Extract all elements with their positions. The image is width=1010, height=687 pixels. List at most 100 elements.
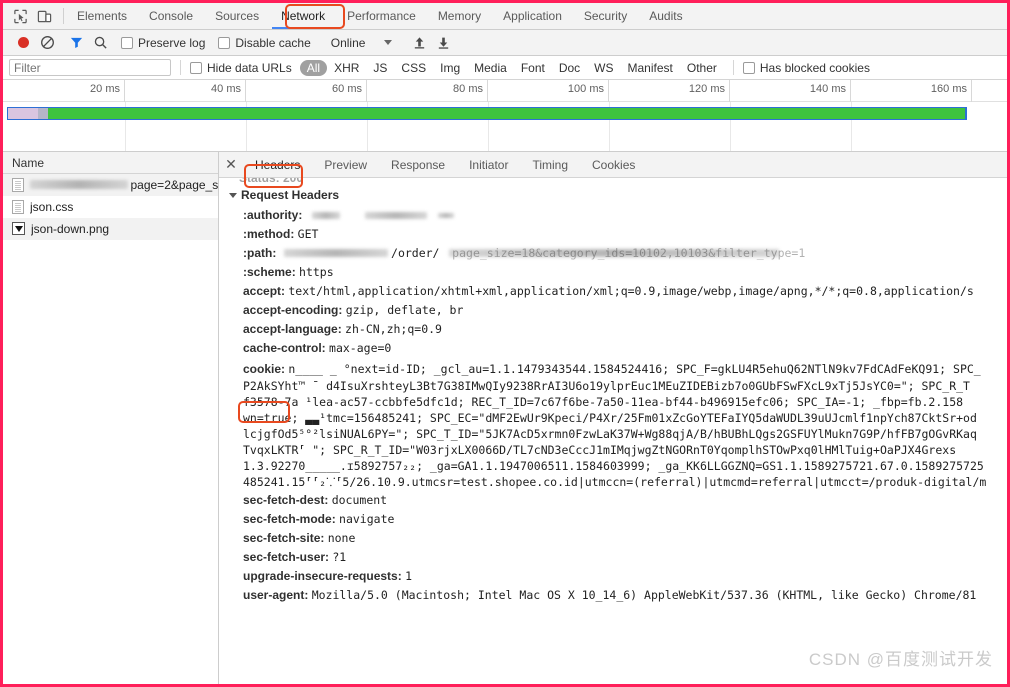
list-item-label: page=2&page_siz… bbox=[130, 177, 218, 192]
tab-audits-label: Audits bbox=[649, 9, 683, 23]
tab-network-label: Network bbox=[281, 9, 326, 23]
tab-memory-label: Memory bbox=[437, 9, 482, 23]
tab-timing-label: Timing bbox=[532, 157, 569, 172]
header-row-authority: :authority: bbox=[229, 205, 1007, 224]
disable-cache-checkbox-box bbox=[218, 36, 231, 49]
funnel-icon bbox=[70, 37, 82, 49]
filter-input[interactable] bbox=[9, 59, 171, 76]
record-button[interactable] bbox=[11, 32, 35, 54]
preserve-log-label: Preserve log bbox=[138, 35, 206, 50]
tab-security-label: Security bbox=[583, 9, 628, 23]
cookie-line: TvqxLKTR⸢ "; SPC_R_T_ID="W03rjxLX0066D/T… bbox=[243, 443, 957, 457]
tab-elements-label: Elements bbox=[77, 9, 128, 23]
tab-console-label: Console bbox=[149, 9, 194, 23]
overview-tick-label: 40 ms bbox=[211, 83, 241, 95]
tab-cookies[interactable]: Cookies bbox=[580, 152, 647, 177]
tab-application[interactable]: Application bbox=[492, 3, 573, 29]
filter-divider-2 bbox=[732, 60, 734, 75]
type-filter-ws[interactable]: WS bbox=[587, 60, 620, 76]
tab-elements[interactable]: Elements bbox=[66, 3, 138, 29]
type-filter-manifest[interactable]: Manifest bbox=[621, 60, 680, 76]
tab-sources[interactable]: Sources bbox=[204, 3, 270, 29]
header-row-cookie: cookie: n____ _ °next=id-ID; _gcl_au=1.1… bbox=[229, 359, 1007, 378]
tab-console[interactable]: Console bbox=[138, 3, 204, 29]
type-filter-xhr[interactable]: XHR bbox=[327, 60, 366, 76]
tab-headers-label: Headers bbox=[255, 157, 301, 172]
redacted-value-block bbox=[283, 249, 388, 258]
request-list-header[interactable]: Name bbox=[3, 152, 218, 174]
preserve-log-checkbox[interactable]: Preserve log bbox=[121, 36, 205, 50]
screenshot-frame: Elements Console Sources Network Perform… bbox=[0, 0, 1010, 687]
clear-button[interactable] bbox=[35, 32, 59, 54]
tab-performance[interactable]: Performance bbox=[336, 3, 427, 29]
tab-audits[interactable]: Audits bbox=[638, 3, 693, 29]
type-filter-other[interactable]: Other bbox=[680, 60, 724, 76]
tab-application-label: Application bbox=[503, 9, 562, 23]
header-row-accept-language: accept-language: zh-CN,zh;q=0.9 bbox=[229, 319, 1007, 338]
header-row-user-agent: user-agent: Mozilla/5.0 (Macintosh; Inte… bbox=[229, 585, 1007, 604]
overview-request-band bbox=[7, 107, 967, 120]
header-row-sec-fetch-mode: sec-fetch-mode: navigate bbox=[229, 509, 1007, 528]
tab-initiator-label: Initiator bbox=[469, 157, 509, 172]
filter-button[interactable] bbox=[64, 32, 88, 54]
type-filter-js[interactable]: JS bbox=[366, 60, 394, 76]
list-item-label: json-down.png bbox=[31, 221, 110, 236]
close-details-button[interactable]: ✕ bbox=[219, 152, 243, 177]
tab-preview[interactable]: Preview bbox=[312, 152, 379, 177]
inspect-element-icon[interactable] bbox=[13, 9, 28, 24]
export-har-button[interactable] bbox=[431, 32, 455, 54]
overview-tick-label: 60 ms bbox=[332, 83, 362, 95]
search-button[interactable] bbox=[88, 32, 112, 54]
type-filter-img[interactable]: Img bbox=[433, 60, 467, 76]
close-icon: ✕ bbox=[225, 156, 237, 172]
header-value: document bbox=[331, 492, 388, 507]
tab-security[interactable]: Security bbox=[573, 3, 638, 29]
type-filter-media[interactable]: Media bbox=[467, 60, 514, 76]
header-row-accept: accept: text/html,application/xhtml+xml,… bbox=[229, 281, 1007, 300]
tab-initiator[interactable]: Initiator bbox=[457, 152, 520, 177]
request-headers-section-title[interactable]: Request Headers bbox=[229, 188, 1007, 202]
header-row-upgrade-insecure-requests: upgrade-insecure-requests: 1 bbox=[229, 566, 1007, 585]
document-icon bbox=[12, 199, 24, 214]
tab-sources-label: Sources bbox=[215, 9, 260, 23]
devtools-main-tabbar: Elements Console Sources Network Perform… bbox=[3, 3, 1007, 30]
preserve-log-checkbox-box bbox=[121, 36, 133, 49]
tab-response[interactable]: Response bbox=[379, 152, 457, 177]
header-row-accept-encoding: accept-encoding: gzip, deflate, br bbox=[229, 300, 1007, 319]
header-row-sec-fetch-user: sec-fetch-user: ?1 bbox=[229, 547, 1007, 566]
table-row[interactable]: page=2&page_siz… bbox=[3, 174, 218, 196]
overview-tick: 80 ms bbox=[367, 80, 488, 102]
header-key: accept: bbox=[243, 283, 286, 298]
throttling-dropdown[interactable]: Online bbox=[331, 36, 393, 50]
has-blocked-cookies-checkbox-box bbox=[742, 61, 755, 74]
header-key: accept-language: bbox=[243, 321, 342, 336]
disable-cache-checkbox[interactable]: Disable cache bbox=[218, 36, 311, 50]
header-value: max-age=0 bbox=[329, 340, 392, 355]
table-row[interactable]: json-down.png bbox=[3, 218, 218, 240]
has-blocked-cookies-checkbox[interactable]: Has blocked cookies bbox=[742, 60, 870, 75]
tab-headers[interactable]: Headers bbox=[243, 152, 312, 177]
import-har-button[interactable] bbox=[407, 32, 431, 54]
has-blocked-cookies-label: Has blocked cookies bbox=[759, 60, 870, 75]
header-value-tail: page_size=18&category_ids=10102,10103&fi… bbox=[452, 245, 806, 260]
tab-memory[interactable]: Memory bbox=[427, 3, 492, 29]
type-filter-doc[interactable]: Doc bbox=[552, 60, 587, 76]
overview-tick-label: 160 ms bbox=[930, 83, 967, 95]
filter-divider-1 bbox=[180, 60, 181, 75]
header-key: user-agent: bbox=[243, 587, 309, 602]
header-value: text/html,application/xhtml+xml,applicat… bbox=[288, 283, 974, 298]
type-filter-all[interactable]: All bbox=[299, 59, 328, 76]
tab-network[interactable]: Network bbox=[270, 3, 336, 29]
table-row[interactable]: json.css bbox=[3, 196, 218, 218]
type-filter-css[interactable]: CSS bbox=[394, 60, 433, 76]
overview-tick-label: 100 ms bbox=[567, 83, 604, 95]
record-icon bbox=[17, 37, 29, 48]
details-tabbar: ✕ Headers Preview Response Initiator Tim… bbox=[219, 152, 1007, 178]
device-toolbar-icon[interactable] bbox=[37, 9, 52, 24]
overview-tick: 100 ms bbox=[488, 80, 609, 102]
network-overview[interactable]: 20 ms 40 ms 60 ms 80 ms 100 ms 120 ms 14… bbox=[3, 80, 1007, 152]
tab-timing[interactable]: Timing bbox=[520, 152, 580, 177]
redacted-url-block bbox=[30, 180, 129, 189]
type-filter-font[interactable]: Font bbox=[514, 60, 552, 76]
hide-data-urls-checkbox[interactable]: Hide data URLs bbox=[190, 61, 292, 75]
